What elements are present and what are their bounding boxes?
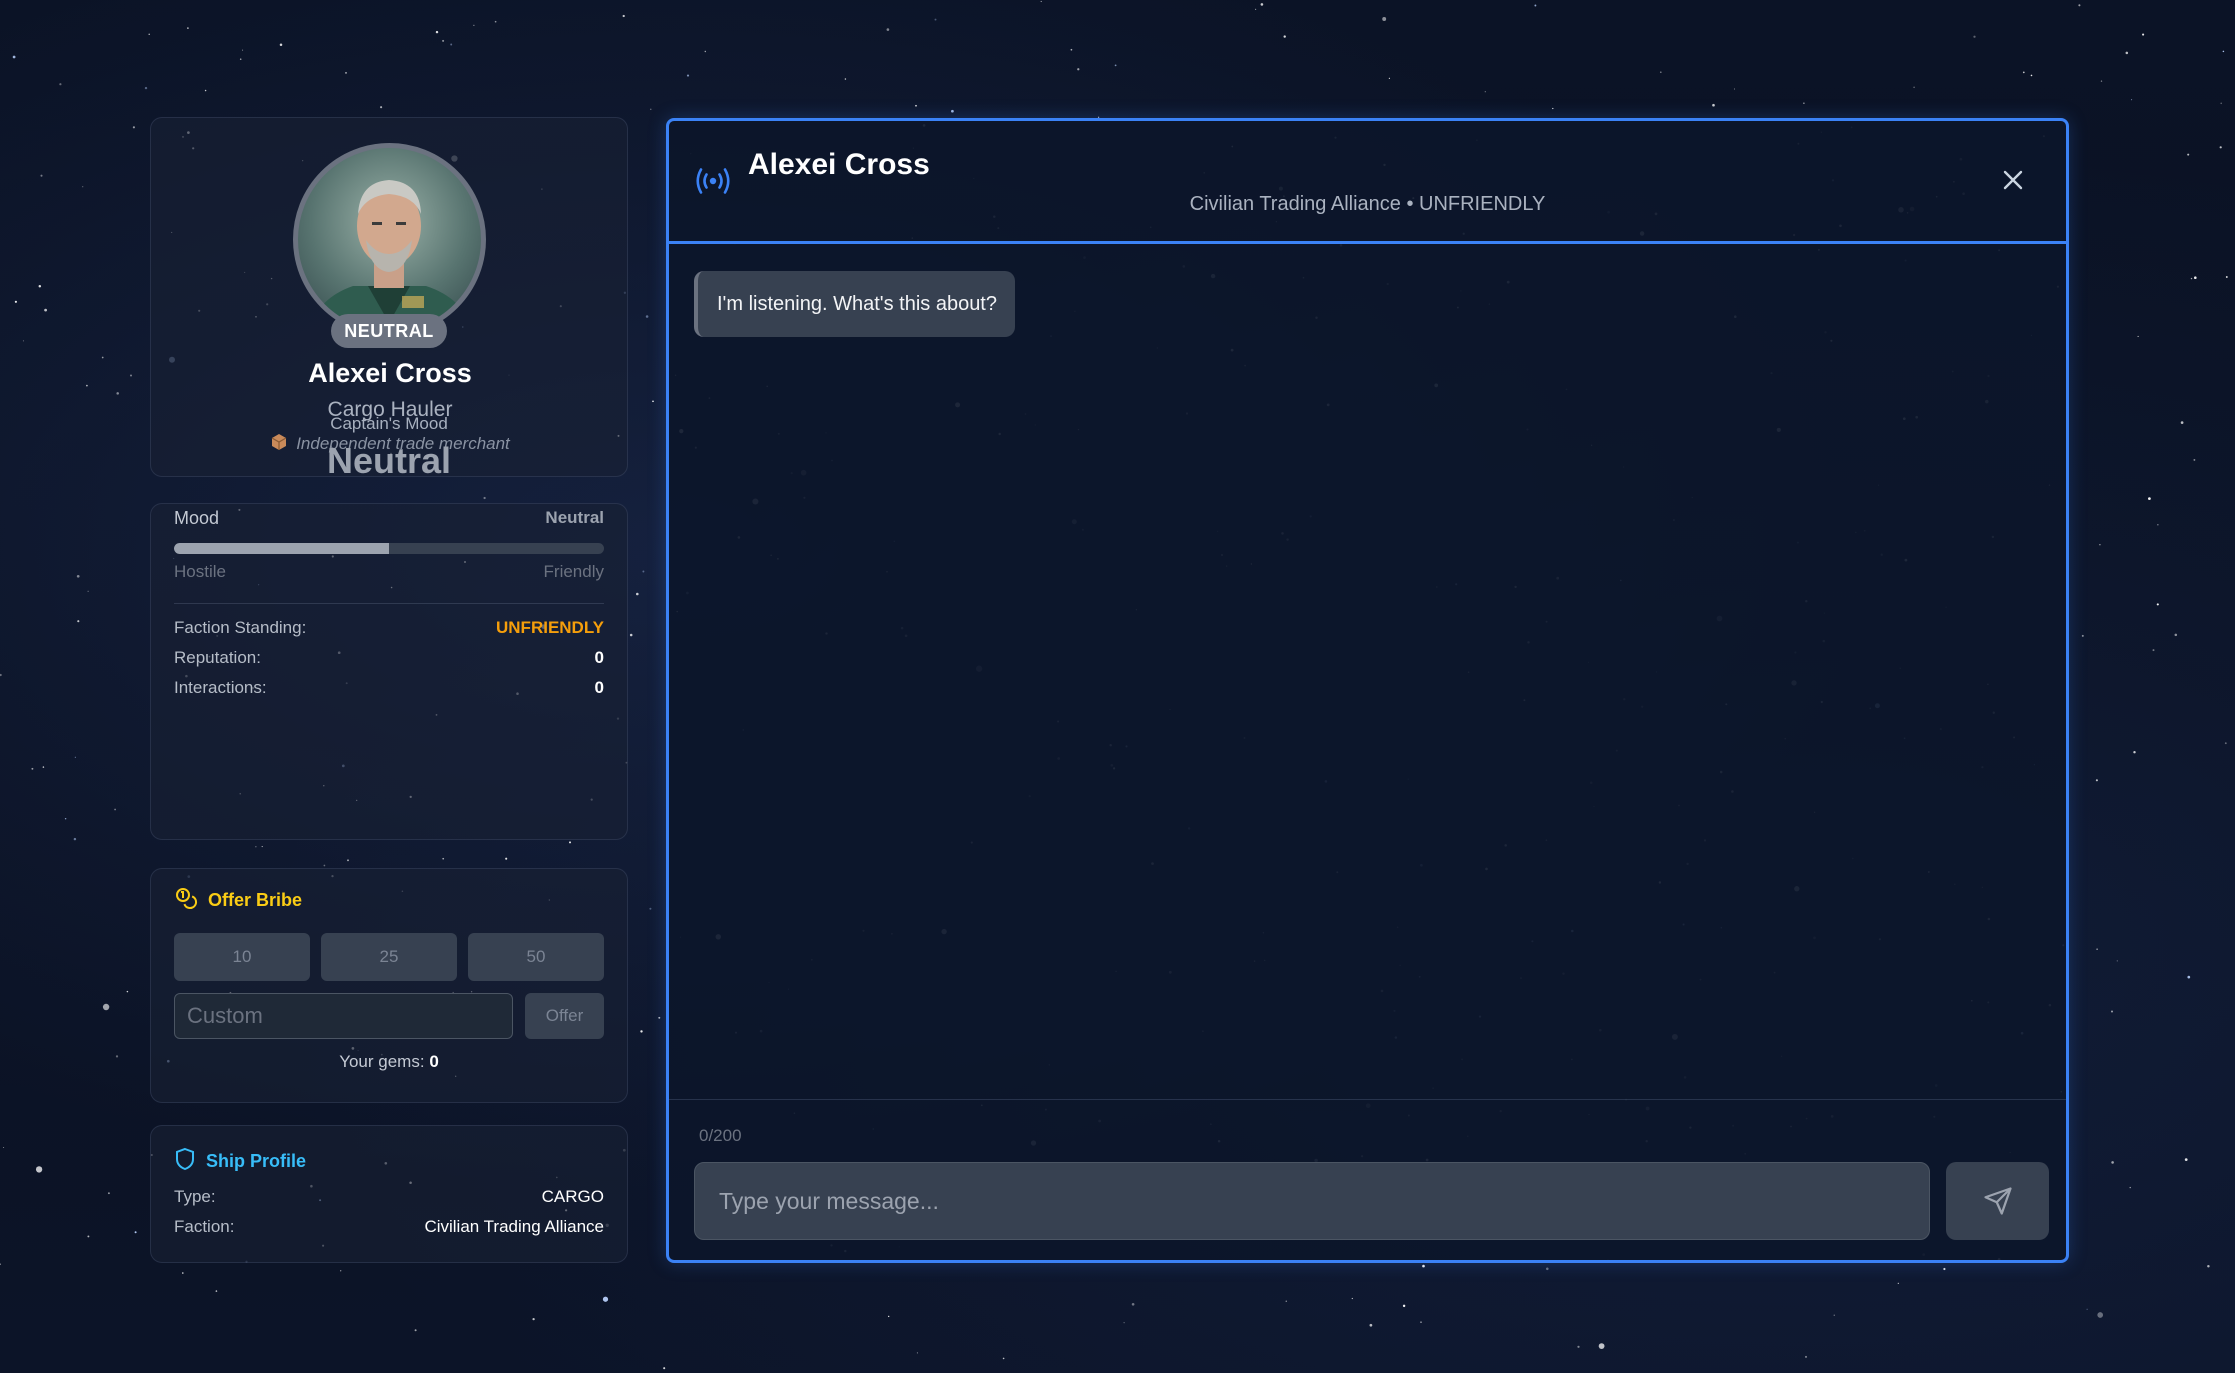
chat-composer: 0/200 bbox=[669, 1099, 2066, 1263]
mood-progress-bar bbox=[174, 543, 604, 554]
char-counter: 0/200 bbox=[699, 1126, 742, 1145]
mood-label: Mood bbox=[174, 508, 220, 528]
divider bbox=[174, 603, 604, 604]
chat-title: Alexei Cross bbox=[748, 148, 930, 181]
message-list[interactable]: I'm listening. What's this about? bbox=[669, 244, 2066, 1099]
mood-value: Neutral bbox=[326, 440, 452, 481]
send-icon bbox=[1983, 1187, 2012, 1215]
bribe-25-button[interactable]: 25 bbox=[321, 933, 457, 981]
ship-header: Ship Profile bbox=[174, 1147, 307, 1176]
stat-value: 0 bbox=[594, 648, 604, 667]
coins-icon bbox=[174, 886, 198, 915]
ship-type-label: Type: bbox=[174, 1187, 216, 1206]
stat-label: Interactions: bbox=[174, 678, 267, 697]
sidebar-content: Captain's Mood Neutral Mood Neutral Host… bbox=[150, 0, 628, 1373]
bribe-50-button[interactable]: 50 bbox=[468, 933, 604, 981]
ship-type-value: CARGO bbox=[541, 1187, 604, 1206]
stat-label: Reputation: bbox=[174, 648, 261, 667]
ship-faction-label: Faction: bbox=[174, 1217, 235, 1236]
mood-title: Captain's Mood bbox=[330, 414, 448, 433]
offer-button[interactable]: Offer bbox=[525, 993, 604, 1039]
gems-label: Your gems: bbox=[339, 1052, 425, 1071]
ship-title: Ship Profile bbox=[206, 1150, 307, 1171]
stat-label: Faction Standing: bbox=[174, 618, 307, 637]
send-button[interactable] bbox=[1946, 1162, 2049, 1240]
custom-bribe-input[interactable] bbox=[174, 993, 513, 1039]
mood-scale-min: Hostile bbox=[174, 562, 226, 581]
bribe-title: Offer Bribe bbox=[208, 889, 303, 910]
stat-value: 0 bbox=[594, 678, 604, 697]
close-icon bbox=[2003, 170, 2023, 190]
ship-faction-value: Civilian Trading Alliance bbox=[424, 1217, 604, 1236]
message-input[interactable] bbox=[694, 1162, 1930, 1240]
close-button[interactable] bbox=[1998, 165, 2028, 195]
bribe-header: Offer Bribe bbox=[174, 886, 303, 915]
chat-subtitle: Civilian Trading Alliance • UNFRIENDLY bbox=[1189, 193, 1546, 215]
mood-level-label: Neutral bbox=[545, 508, 604, 527]
gems-balance: Your gems: 0 bbox=[150, 1052, 628, 1072]
bribe-10-button[interactable]: 10 bbox=[174, 933, 310, 981]
mood-progress-fill bbox=[174, 543, 389, 554]
gems-value: 0 bbox=[429, 1052, 439, 1071]
stat-value: UNFRIENDLY bbox=[496, 618, 604, 637]
chat-header: Alexei Cross Civilian Trading Alliance •… bbox=[669, 121, 2066, 244]
npc-message: I'm listening. What's this about? bbox=[694, 271, 1015, 337]
mood-scale-max: Friendly bbox=[543, 562, 604, 581]
chat-panel: Alexei Cross Civilian Trading Alliance •… bbox=[666, 118, 2069, 1263]
shield-icon bbox=[174, 1147, 196, 1176]
